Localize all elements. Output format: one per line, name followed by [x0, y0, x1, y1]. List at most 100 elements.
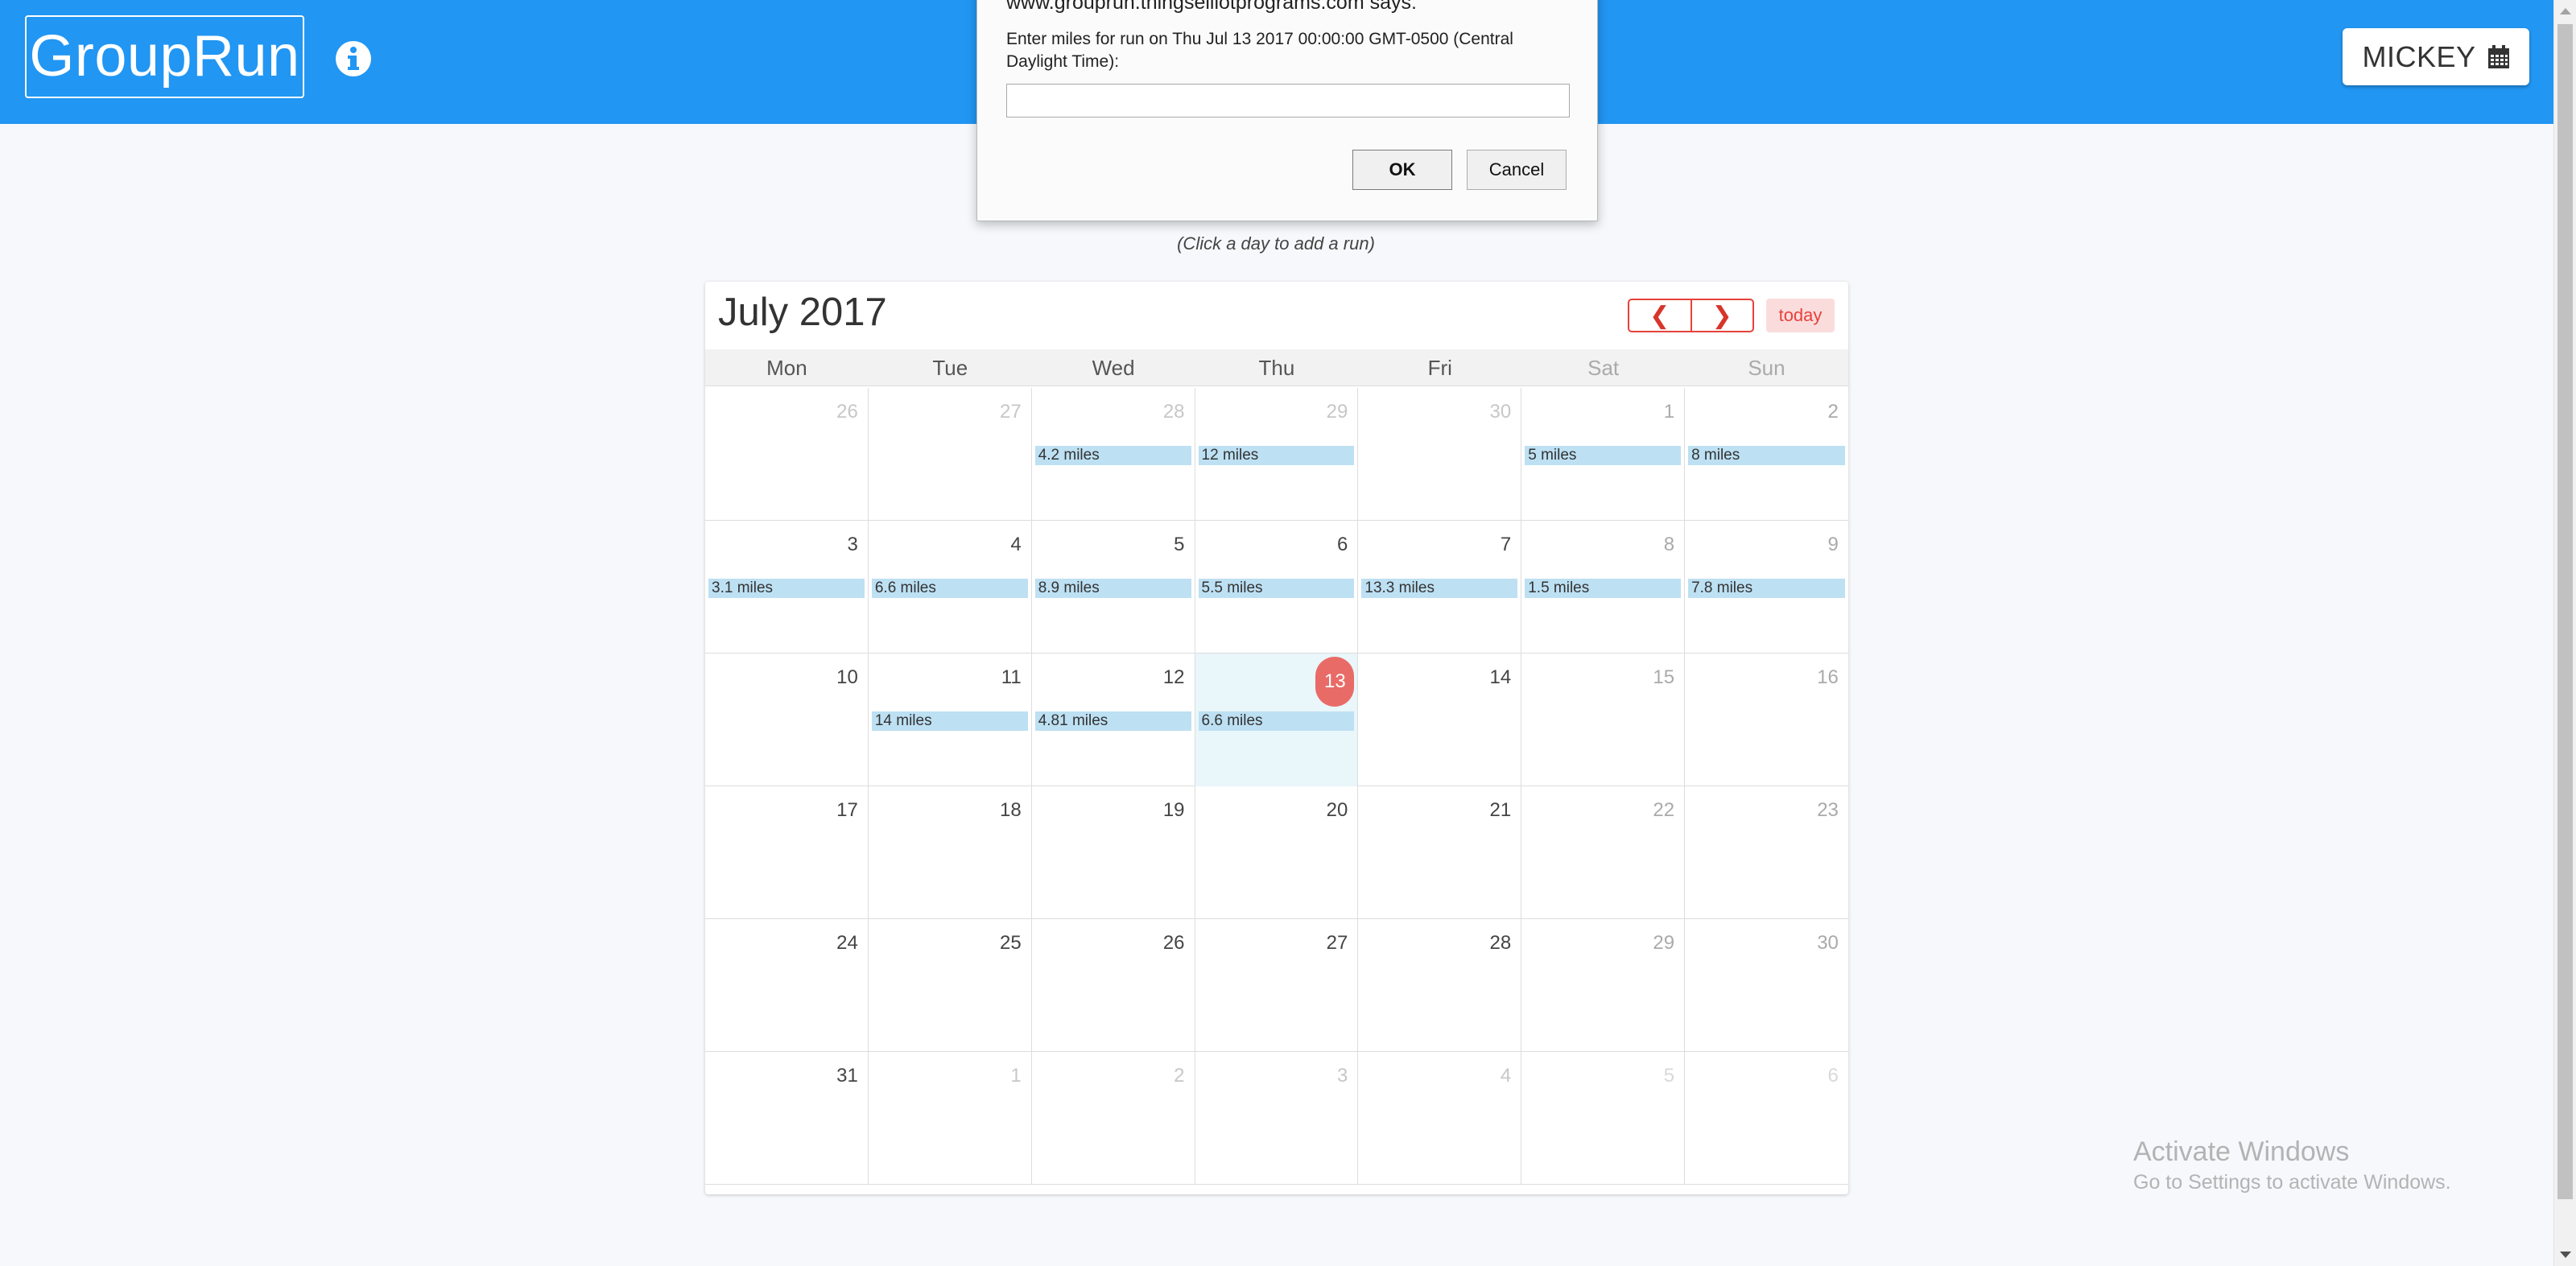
run-event[interactable]: 8 miles	[1688, 446, 1845, 465]
brand-logo[interactable]: GroupRun	[25, 15, 304, 98]
day-number: 29	[1326, 401, 1348, 423]
calendar-day-cell[interactable]: 4 6.6 miles	[869, 521, 1032, 654]
run-event[interactable]: 13.3 miles	[1361, 579, 1518, 598]
calendar-day-cell[interactable]: 27	[869, 388, 1032, 521]
scroll-down-arrow-icon[interactable]	[2554, 1243, 2576, 1266]
calendar-day-cell-today[interactable]: 13 6.6 miles	[1195, 654, 1359, 786]
calendar-day-cell[interactable]: 30	[1685, 919, 1848, 1052]
calendar-day-cell[interactable]: 22	[1521, 786, 1686, 919]
run-event[interactable]: 6.6 miles	[1198, 711, 1355, 731]
calendar-day-cell[interactable]: 18	[869, 786, 1032, 919]
calendar-day-cell[interactable]: 19	[1032, 786, 1195, 919]
day-number: 18	[999, 799, 1022, 821]
calendar-day-cell[interactable]: 4	[1358, 1052, 1522, 1185]
day-number: 17	[836, 799, 858, 821]
calendar-day-cell[interactable]: 17	[705, 786, 869, 919]
calendar-week-row: 26 27 28 4.2 miles 29 12 miles 30 1 5 miles 2 8 mi…	[705, 388, 1848, 521]
day-number: 3	[847, 534, 858, 555]
calendar-day-cell[interactable]: 21	[1358, 786, 1522, 919]
day-number: 27	[999, 401, 1022, 423]
calendar-day-cell[interactable]: 7 13.3 miles	[1358, 521, 1522, 654]
day-number: 3	[1337, 1065, 1348, 1087]
scroll-up-arrow-icon[interactable]	[2554, 0, 2576, 23]
prev-month-button[interactable]: ❮	[1629, 300, 1690, 331]
calendar-day-cell[interactable]: 27	[1195, 919, 1359, 1052]
day-number: 5	[1663, 1065, 1675, 1087]
calendar-day-cell[interactable]: 8 1.5 miles	[1521, 521, 1686, 654]
dow-mon: Mon	[766, 356, 807, 380]
info-circle-icon[interactable]	[334, 39, 373, 78]
day-number: 24	[836, 932, 858, 954]
run-event[interactable]: 7.8 miles	[1688, 579, 1845, 598]
run-event[interactable]: 3.1 miles	[708, 579, 865, 598]
calendar-day-cell[interactable]: 23	[1685, 786, 1848, 919]
run-event[interactable]: 14 miles	[871, 711, 1028, 731]
calendar: July 2017 ❮ ❯ today Mon Tue Wed Thu Fri …	[705, 282, 1848, 1194]
calendar-day-cell[interactable]: 24	[705, 919, 869, 1052]
calendar-day-cell[interactable]: 1 5 miles	[1521, 388, 1686, 521]
day-number: 2	[1174, 1065, 1185, 1087]
calendar-day-cell[interactable]: 2 8 miles	[1685, 388, 1848, 521]
dow-thu: Thu	[1258, 356, 1295, 380]
watermark-subtitle: Go to Settings to activate Windows.	[2133, 1171, 2451, 1194]
day-number: 1	[1010, 1065, 1022, 1087]
day-number: 16	[1817, 666, 1839, 688]
calendar-day-cell[interactable]: 3	[1195, 1052, 1359, 1185]
calendar-day-cell[interactable]: 1	[869, 1052, 1032, 1185]
user-calendar-button[interactable]: MICKEY	[2343, 28, 2529, 85]
calendar-day-cell[interactable]: 6 5.5 miles	[1195, 521, 1359, 654]
calendar-day-cell[interactable]: 16	[1685, 654, 1848, 786]
calendar-day-cell[interactable]: 5 8.9 miles	[1032, 521, 1195, 654]
calendar-day-cell[interactable]: 14	[1358, 654, 1522, 786]
day-number: 28	[1489, 932, 1512, 954]
add-run-hint: (Click a day to add a run)	[1177, 233, 1375, 254]
calendar-day-cell[interactable]: 2	[1032, 1052, 1195, 1185]
cancel-button[interactable]: Cancel	[1467, 150, 1567, 190]
calendar-day-cell[interactable]: 29 12 miles	[1195, 388, 1359, 521]
calendar-day-cell[interactable]: 5	[1521, 1052, 1686, 1185]
day-number: 30	[1817, 932, 1839, 954]
dow-tue: Tue	[932, 356, 968, 380]
calendar-week-row: 3 3.1 miles 4 6.6 miles 5 8.9 miles 6 5.5 miles…	[705, 521, 1848, 654]
day-number: 7	[1500, 534, 1512, 555]
run-event[interactable]: 6.6 miles	[871, 579, 1028, 598]
calendar-day-cell[interactable]: 10	[705, 654, 869, 786]
calendar-day-cell[interactable]: 28 4.2 miles	[1032, 388, 1195, 521]
day-number: 22	[1653, 799, 1675, 821]
run-event[interactable]: 4.2 miles	[1034, 446, 1191, 465]
day-number: 28	[1162, 401, 1185, 423]
calendar-week-row: 17 18 19 20 21 22 23	[705, 786, 1848, 919]
ok-button[interactable]: OK	[1352, 150, 1452, 190]
run-event[interactable]: 5 miles	[1525, 446, 1682, 465]
day-number: 1	[1663, 401, 1675, 423]
run-event[interactable]: 12 miles	[1198, 446, 1355, 465]
calendar-day-cell[interactable]: 9 7.8 miles	[1685, 521, 1848, 654]
day-number: 26	[1162, 932, 1185, 954]
calendar-day-cell[interactable]: 26	[705, 388, 869, 521]
next-month-button[interactable]: ❯	[1690, 300, 1753, 331]
miles-input[interactable]	[1006, 84, 1570, 118]
day-number: 27	[1326, 932, 1348, 954]
scrollbar-thumb[interactable]	[2557, 24, 2573, 1199]
calendar-day-cell[interactable]: 31	[705, 1052, 869, 1185]
calendar-day-cell[interactable]: 30	[1358, 388, 1522, 521]
page-scrollbar[interactable]	[2553, 0, 2576, 1266]
day-number: 8	[1663, 534, 1675, 555]
calendar-day-cell[interactable]: 6	[1685, 1052, 1848, 1185]
calendar-day-cell[interactable]: 26	[1032, 919, 1195, 1052]
day-number: 11	[1001, 666, 1022, 688]
calendar-day-cell[interactable]: 15	[1521, 654, 1686, 786]
calendar-day-cell[interactable]: 12 4.81 miles	[1032, 654, 1195, 786]
run-event[interactable]: 8.9 miles	[1034, 579, 1191, 598]
calendar-day-cell[interactable]: 3 3.1 miles	[705, 521, 869, 654]
calendar-day-cell[interactable]: 28	[1358, 919, 1522, 1052]
calendar-day-cell[interactable]: 20	[1195, 786, 1359, 919]
today-button[interactable]: today	[1766, 299, 1835, 332]
run-event[interactable]: 1.5 miles	[1525, 579, 1682, 598]
calendar-day-cell[interactable]: 25	[869, 919, 1032, 1052]
run-event[interactable]: 4.81 miles	[1034, 711, 1191, 731]
calendar-grid: 26 27 28 4.2 miles 29 12 miles 30 1 5 miles 2 8 mi…	[705, 388, 1848, 1185]
calendar-day-cell[interactable]: 11 14 miles	[869, 654, 1032, 786]
run-event[interactable]: 5.5 miles	[1198, 579, 1355, 598]
calendar-day-cell[interactable]: 29	[1521, 919, 1686, 1052]
